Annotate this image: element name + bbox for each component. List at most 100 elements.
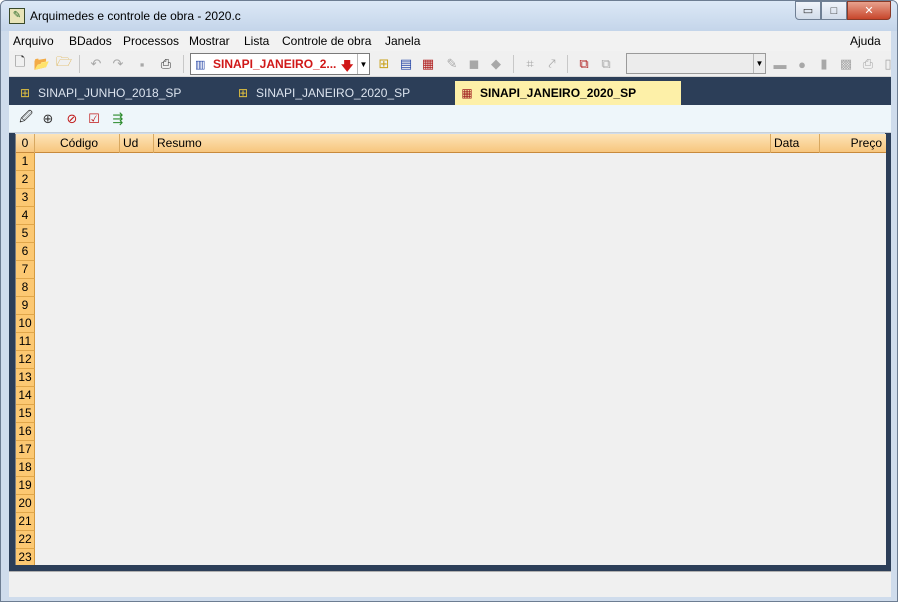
column-header-data[interactable]: Data: [771, 134, 820, 153]
database-selector-value: SINAPI_JANEIRO_2...: [213, 57, 337, 71]
menu-lista[interactable]: Lista: [244, 34, 269, 48]
toolbar-separator: [183, 55, 184, 73]
document-toolbar: 🖉 ⊕ ⊘ ☑ ⇶: [9, 105, 891, 133]
document-tabs: ⊞ SINAPI_JUNHO_2018_SP ⊞ SINAPI_JANEIRO_…: [9, 77, 891, 105]
tab-label: SINAPI_JUNHO_2018_SP: [38, 86, 182, 100]
tab-sinapi-janeiro-2020-sp-active[interactable]: ▦ SINAPI_JANEIRO_2020_SP: [455, 81, 681, 105]
app-window: ✎ Arquimedes e controle de obra - 2020.c…: [0, 0, 898, 602]
tab-label: SINAPI_JANEIRO_2020_SP: [256, 86, 411, 100]
row-number[interactable]: 19: [16, 477, 35, 495]
delete-item-icon[interactable]: ⊘: [63, 110, 81, 128]
menu-controle-de-obra[interactable]: Controle de obra: [282, 34, 371, 48]
windows-gray-icon[interactable]: ⧉: [597, 55, 615, 73]
row-number[interactable]: 18: [16, 459, 35, 477]
toolbar-separator: [567, 55, 568, 73]
add-branch-icon[interactable]: ⇶: [109, 110, 127, 128]
undo-icon[interactable]: ↶: [87, 55, 105, 73]
row-number[interactable]: 2: [16, 171, 35, 189]
menu-bdados[interactable]: BDados: [69, 34, 112, 48]
filter-icon[interactable]: ⌗: [521, 55, 539, 73]
menu-ajuda[interactable]: Ajuda: [850, 34, 881, 48]
open-recent-icon[interactable]: 🗁: [55, 54, 73, 73]
database-stack-icon[interactable]: ▤: [397, 55, 415, 73]
table-header: 0 Código Ud Resumo Data Preço: [16, 134, 886, 153]
secondary-selector[interactable]: ▼: [626, 53, 766, 74]
title-bar[interactable]: ✎ Arquimedes e controle de obra - 2020.c…: [1, 1, 897, 31]
header-corner: 0: [16, 134, 35, 153]
row-number[interactable]: 3: [16, 189, 35, 207]
close-button[interactable]: ✕: [847, 1, 891, 20]
main-toolbar: 🗋 📂 🗁 ↶ ↷ ▪ ⎙ ▥ SINAPI_JANEIRO_2... 🡇 ▼ …: [9, 51, 892, 77]
add-db-icon: ⊞: [19, 86, 31, 100]
row-number[interactable]: 11: [16, 333, 35, 351]
tab-sinapi-junho-2018-sp[interactable]: ⊞ SINAPI_JUNHO_2018_SP: [17, 81, 227, 105]
chevron-down-icon[interactable]: ▼: [357, 54, 369, 74]
film-icon[interactable]: ▩: [837, 55, 855, 73]
database-selector[interactable]: ▥ SINAPI_JANEIRO_2... 🡇 ▼: [190, 53, 370, 75]
row-number[interactable]: 7: [16, 261, 35, 279]
tab-label: SINAPI_JANEIRO_2020_SP: [480, 86, 637, 100]
redo-icon[interactable]: ↷: [109, 55, 127, 73]
pin-icon[interactable]: ●: [793, 55, 811, 73]
row-number[interactable]: 13: [16, 369, 35, 387]
minimize-button[interactable]: ▭: [795, 1, 821, 20]
export-icon[interactable]: ▯: [879, 55, 897, 73]
column-header-codigo[interactable]: Código: [35, 134, 120, 153]
row-number[interactable]: 4: [16, 207, 35, 225]
row-number[interactable]: 22: [16, 531, 35, 549]
row-number[interactable]: 10: [16, 315, 35, 333]
toolbar-separator: [513, 55, 514, 73]
bucket-icon[interactable]: ◼: [465, 55, 483, 73]
print-disabled-icon[interactable]: ⎙: [859, 55, 877, 73]
row-number[interactable]: 12: [16, 351, 35, 369]
column-header-ud[interactable]: Ud: [120, 134, 154, 153]
books-icon: ▥: [195, 59, 206, 71]
window-controls: ▭ □ ✕: [795, 1, 891, 21]
camera-icon[interactable]: ▬: [771, 55, 789, 73]
column-header-resumo[interactable]: Resumo: [154, 134, 771, 153]
status-bar: [9, 571, 891, 597]
edit-disabled-icon[interactable]: ✎: [443, 55, 461, 73]
row-number[interactable]: 5: [16, 225, 35, 243]
arrow-down-red-icon: 🡇: [341, 59, 354, 73]
document-list-icon: ▦: [461, 86, 473, 100]
document-list-icon[interactable]: ▦: [419, 55, 437, 73]
menu-arquivo[interactable]: Arquivo: [13, 34, 54, 48]
add-database-icon[interactable]: ⊞: [375, 55, 393, 73]
row-number[interactable]: 16: [16, 423, 35, 441]
brush-icon[interactable]: ◆: [487, 55, 505, 73]
row-number[interactable]: 8: [16, 279, 35, 297]
chevron-down-icon[interactable]: ▼: [753, 54, 765, 73]
row-number[interactable]: 20: [16, 495, 35, 513]
menu-mostrar[interactable]: Mostrar: [189, 34, 230, 48]
windows-red-icon[interactable]: ⧉: [575, 55, 593, 73]
toolbar-separator: [79, 55, 80, 73]
row-number[interactable]: 23: [16, 549, 35, 565]
row-number[interactable]: 15: [16, 405, 35, 423]
column-header-preco[interactable]: Preço: [820, 134, 885, 153]
tab-sinapi-janeiro-2020-sp[interactable]: ⊞ SINAPI_JANEIRO_2020_SP: [235, 81, 457, 105]
items-table[interactable]: 0 Código Ud Resumo Data Preço 1234567891…: [15, 134, 886, 565]
print-icon[interactable]: ⎙: [157, 55, 175, 73]
add-db-icon: ⊞: [237, 86, 249, 100]
row-number[interactable]: 1: [16, 153, 35, 171]
save-icon[interactable]: ▪: [133, 55, 151, 73]
open-folder-icon[interactable]: 📂: [33, 55, 51, 73]
menu-processos[interactable]: Processos: [123, 34, 179, 48]
row-number-column: 1 2 3 4 5 6 7 8 9 10 11 12 13 14 15 16 17 18 19 20 21 22 23: [16, 153, 35, 565]
row-number[interactable]: 9: [16, 297, 35, 315]
maximize-button[interactable]: □: [821, 1, 847, 20]
menu-bar: Arquivo BDados Processos Mostrar Lista C…: [9, 31, 891, 51]
row-number[interactable]: 14: [16, 387, 35, 405]
row-number[interactable]: 17: [16, 441, 35, 459]
menu-janela[interactable]: Janela: [385, 34, 420, 48]
edit-list-icon[interactable]: ☑: [85, 110, 103, 128]
app-icon[interactable]: ✎: [9, 8, 25, 24]
add-item-icon[interactable]: ⊕: [39, 110, 57, 128]
copy-icon[interactable]: ▮: [815, 55, 833, 73]
row-number[interactable]: 21: [16, 513, 35, 531]
chart-check-icon[interactable]: ⤤: [543, 55, 561, 73]
row-number[interactable]: 6: [16, 243, 35, 261]
new-file-icon[interactable]: 🗋: [11, 54, 29, 73]
edit-folder-icon[interactable]: 🖉: [17, 109, 35, 128]
